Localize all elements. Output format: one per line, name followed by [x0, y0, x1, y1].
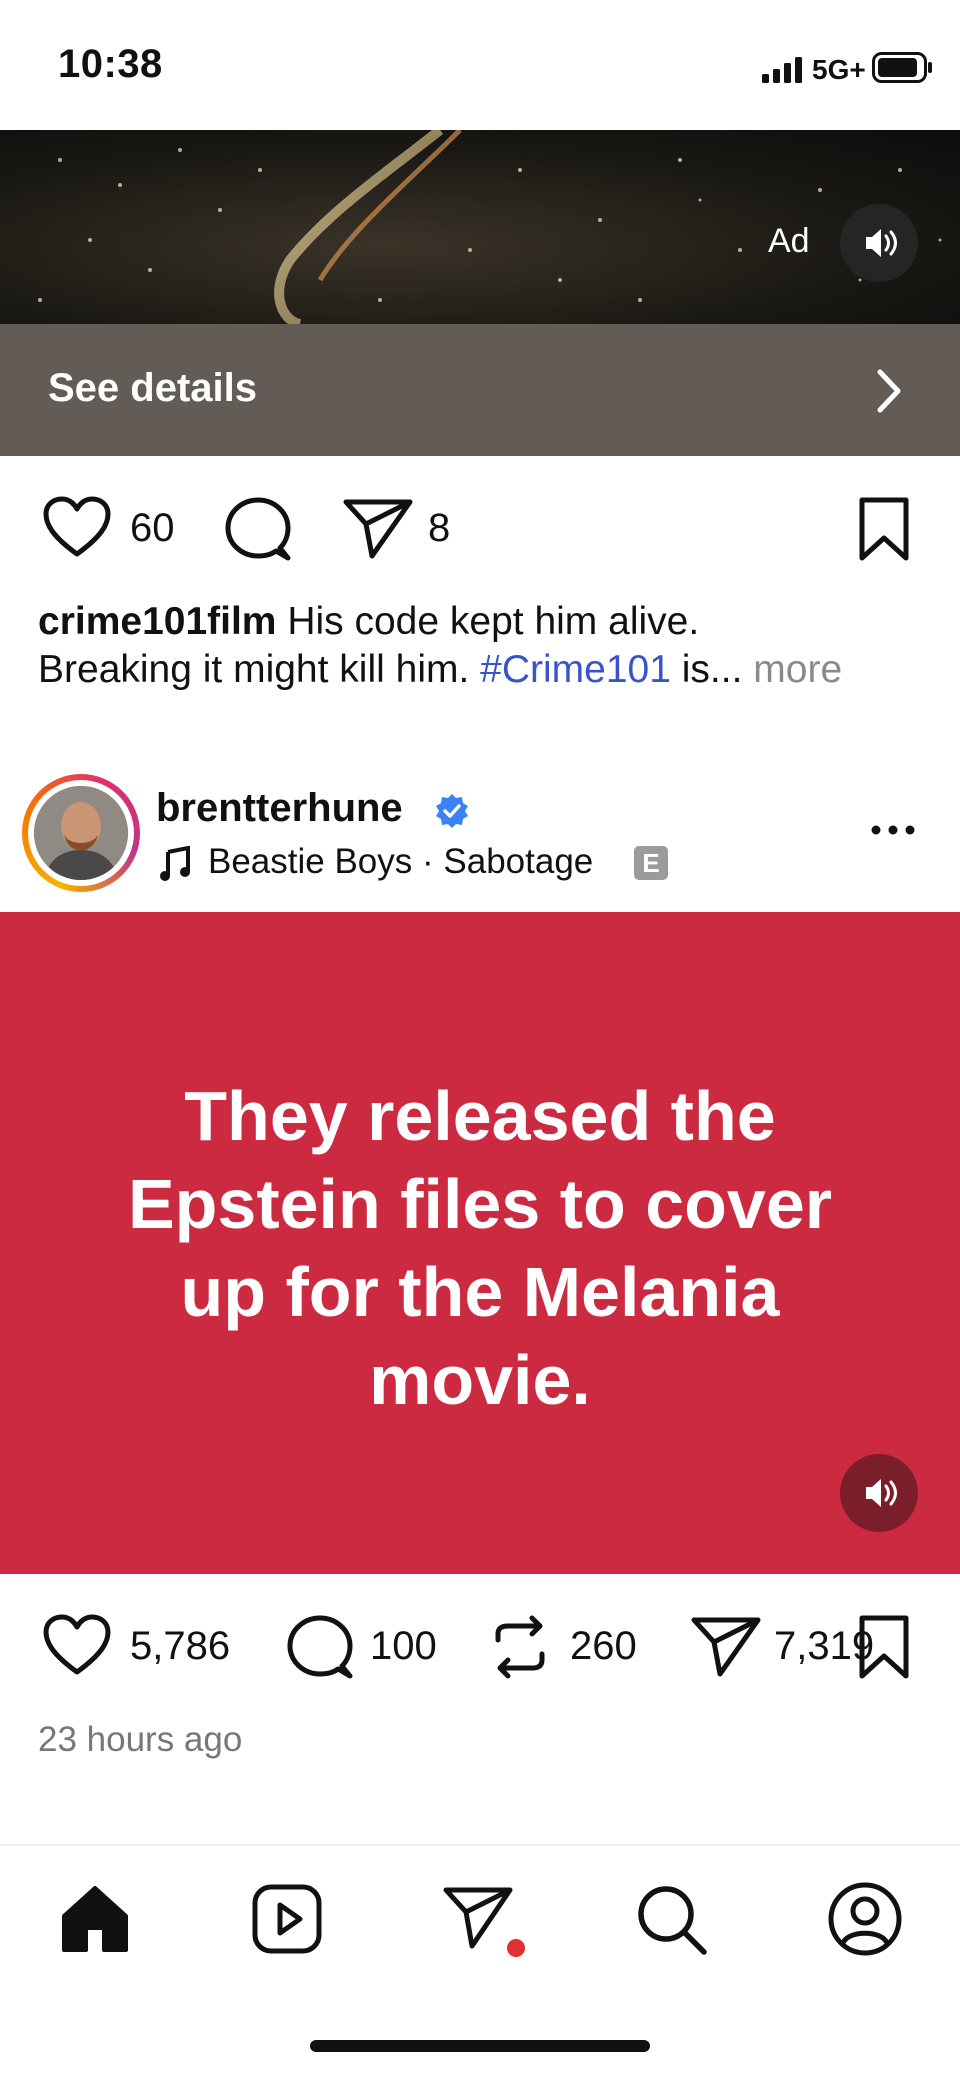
- post-media[interactable]: They released the Epstein files to cover…: [0, 912, 960, 1574]
- song-info[interactable]: Beastie Boys · Sabotage: [208, 842, 593, 882]
- status-time: 10:38: [58, 42, 163, 86]
- share-icon[interactable]: [690, 1614, 762, 1678]
- ad-video[interactable]: Ad: [0, 130, 960, 324]
- ad-caption: crime101film His code kept him alive. Br…: [38, 598, 938, 694]
- caption-tail: is...: [681, 648, 743, 691]
- repost-icon[interactable]: [490, 1614, 550, 1680]
- sound-toggle-button[interactable]: [840, 1454, 918, 1532]
- home-icon[interactable]: [58, 1882, 132, 1956]
- music-note-icon: [160, 846, 190, 881]
- network-type: 5G+: [812, 54, 866, 85]
- comment-icon[interactable]: [286, 1614, 354, 1682]
- reels-icon[interactable]: [250, 1882, 324, 1956]
- caption-hashtag[interactable]: #Crime101: [480, 648, 671, 691]
- comment-icon[interactable]: [224, 496, 292, 564]
- caption-username[interactable]: crime101film: [38, 600, 276, 643]
- city-lights-image: [38, 130, 942, 324]
- ad-label: Ad: [768, 222, 810, 260]
- like-icon[interactable]: [42, 496, 112, 560]
- profile-icon[interactable]: [826, 1880, 904, 1958]
- see-details-button[interactable]: See details: [0, 324, 960, 456]
- song-artist: Beastie Boys: [208, 842, 413, 881]
- avatar-frame: [28, 780, 134, 886]
- caption-more-link[interactable]: more: [753, 648, 842, 691]
- signal-icon: [762, 57, 802, 83]
- caption-text-line2: Breaking it might kill him.: [38, 648, 470, 691]
- song-separator: ·: [422, 842, 434, 881]
- verified-badge-icon: [436, 794, 468, 828]
- avatar: [34, 786, 128, 880]
- comment-count: 100: [370, 1624, 437, 1668]
- more-options-icon[interactable]: [868, 820, 918, 840]
- explicit-badge: E: [634, 846, 668, 880]
- post-quote-text: They released the Epstein files to cover…: [127, 1077, 833, 1419]
- share-icon[interactable]: [342, 496, 414, 560]
- sound-toggle-button[interactable]: [840, 204, 918, 282]
- like-count: 5,786: [130, 1624, 231, 1668]
- search-icon[interactable]: [634, 1882, 708, 1956]
- bookmark-icon[interactable]: [856, 496, 912, 562]
- repost-count: 260: [570, 1624, 637, 1668]
- speaker-icon: [866, 1479, 897, 1507]
- speaker-icon: [866, 229, 897, 257]
- direct-icon[interactable]: [440, 1882, 530, 1962]
- caption-text-line1: His code kept him alive.: [287, 600, 700, 643]
- post-username[interactable]: brentterhune: [156, 786, 403, 831]
- story-ring[interactable]: [22, 774, 140, 892]
- chevron-right-icon: [877, 369, 901, 413]
- notification-dot: [507, 1939, 525, 1957]
- like-count: 60: [130, 506, 175, 550]
- share-count: 8: [428, 506, 451, 550]
- post-timestamp: 23 hours ago: [38, 1720, 243, 1759]
- bookmark-icon[interactable]: [856, 1614, 912, 1680]
- like-icon[interactable]: [42, 1614, 112, 1678]
- song-title: Sabotage: [443, 842, 594, 881]
- avatar-image: [34, 786, 128, 880]
- status-bar: 10:38 5G+: [0, 0, 960, 130]
- see-details-label: See details: [48, 366, 258, 410]
- home-indicator[interactable]: [310, 2040, 650, 2052]
- battery-icon: [872, 52, 932, 83]
